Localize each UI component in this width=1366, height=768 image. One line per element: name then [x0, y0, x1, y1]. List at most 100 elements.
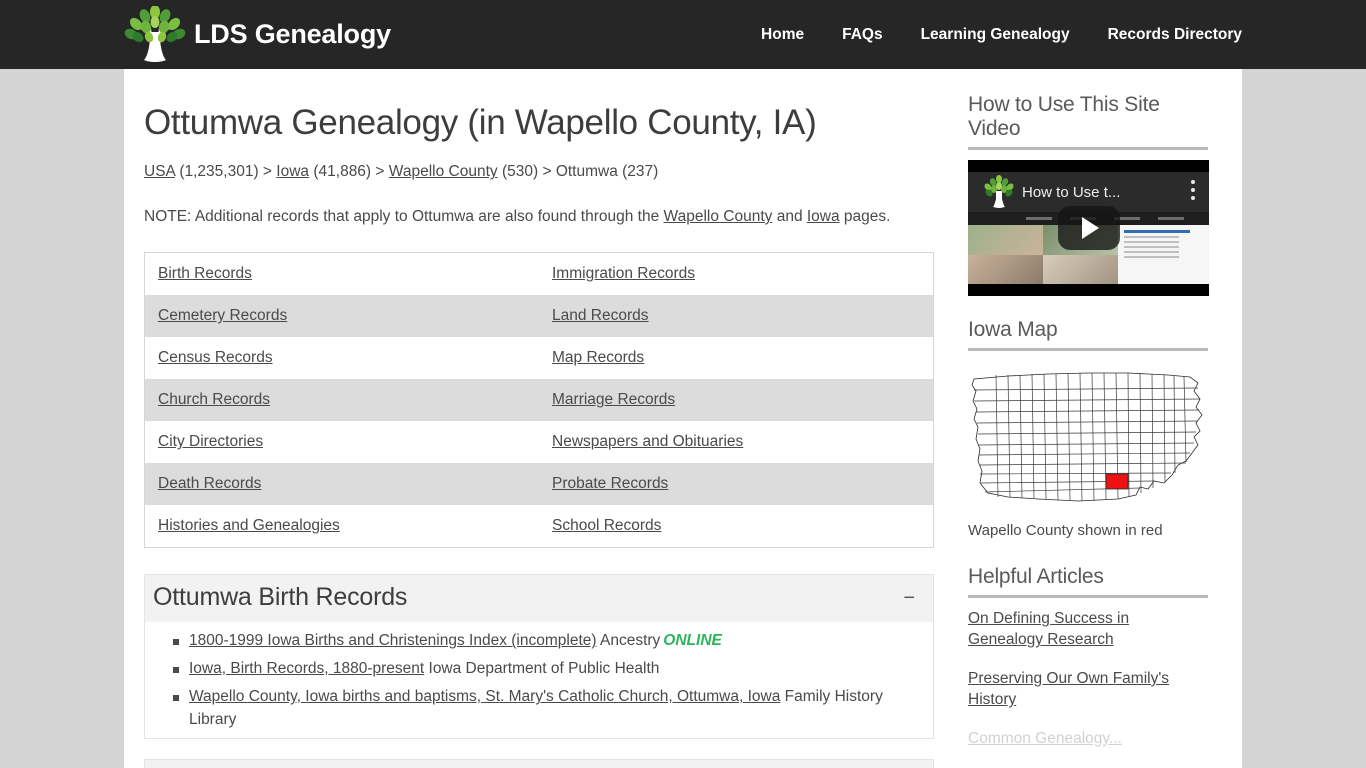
- table-cell: Church Records: [145, 379, 540, 421]
- video-thumb-text: [1118, 225, 1209, 284]
- record-type-link-map-records[interactable]: Map Records: [552, 349, 644, 366]
- table-cell: Probate Records: [539, 463, 934, 505]
- record-type-link-marriage-records[interactable]: Marriage Records: [552, 391, 675, 408]
- breadcrumb-count-wapello-county: (530): [501, 163, 539, 181]
- map-caption: Wapello County shown in red: [968, 522, 1163, 539]
- table-cell: Histories and Genealogies: [145, 505, 540, 548]
- birth-records-section-header[interactable]: Ottumwa Birth Records −: [145, 575, 933, 623]
- record-type-link-histories-and-genealogies[interactable]: Histories and Genealogies: [158, 517, 340, 534]
- breadcrumb-current-ottumwa: Ottumwa: [555, 163, 618, 181]
- breadcrumb-separator-3: >: [542, 163, 552, 181]
- record-source-ancestry: Ancestry: [596, 632, 661, 650]
- table-cell: Immigration Records: [539, 253, 934, 296]
- content-container: Ottumwa Genealogy (in Wapello County, IA…: [124, 69, 1242, 768]
- nav-item-records-directory[interactable]: Records Directory: [1108, 26, 1242, 44]
- table-row: Cemetery Records Land Records: [144, 295, 934, 338]
- article-link-defining-success[interactable]: On Defining Success in Genealogy Researc…: [968, 608, 1208, 651]
- table-cell: School Records: [539, 505, 934, 548]
- how-to-use-video-thumbnail[interactable]: How to Use t...: [968, 160, 1209, 296]
- table-cell: Marriage Records: [539, 379, 934, 421]
- table-cell: Land Records: [539, 295, 934, 337]
- page-body: Ottumwa Genealogy (in Wapello County, IA…: [0, 69, 1366, 768]
- cemetery-records-section-header[interactable]: Ottumwa Cemetery Records: [144, 758, 934, 768]
- table-cell: Newspapers and Obituaries: [539, 421, 934, 463]
- sidebar-heading-map: Iowa Map: [968, 318, 1058, 341]
- divider: [968, 595, 1208, 598]
- record-type-link-death-records[interactable]: Death Records: [158, 475, 261, 492]
- record-type-link-city-directories[interactable]: City Directories: [158, 433, 263, 450]
- record-link-iowa-birth-records-1880-present[interactable]: Iowa, Birth Records, 1880-present: [189, 660, 424, 677]
- sidebar: How to Use This Site Video How to Use t.…: [942, 69, 1242, 768]
- birth-records-section: Ottumwa Birth Records − 1800-1999 Iowa B…: [144, 574, 934, 739]
- brand-name: LDS Genealogy: [194, 19, 391, 49]
- table-cell: Death Records: [145, 463, 540, 505]
- note-text: NOTE: Additional records that apply to O…: [144, 205, 922, 228]
- brand-home-link[interactable]: LDS Genealogy: [124, 4, 391, 64]
- breadcrumb-count-usa: (1,235,301): [179, 163, 259, 181]
- divider: [968, 348, 1208, 351]
- record-link-wapello-st-marys-baptisms[interactable]: Wapello County, Iowa births and baptisms…: [189, 688, 780, 705]
- tree-logo-icon: [982, 175, 1016, 209]
- breadcrumb-separator-1: >: [262, 163, 272, 181]
- table-cell: Cemetery Records: [145, 295, 540, 337]
- breadcrumb: USA (1,235,301) > Iowa (41,886) > Wapell…: [144, 161, 922, 183]
- table-cell: Map Records: [539, 337, 934, 379]
- birth-records-section-title: Ottumwa Birth Records: [153, 583, 408, 612]
- record-type-link-census-records[interactable]: Census Records: [158, 349, 273, 366]
- breadcrumb-separator-2: >: [375, 163, 385, 181]
- table-cell: City Directories: [145, 421, 540, 463]
- minus-icon[interactable]: −: [903, 588, 917, 608]
- table-row: Church Records Marriage Records: [144, 379, 934, 422]
- table-row: Census Records Map Records: [144, 337, 934, 380]
- table-cell: Census Records: [145, 337, 540, 379]
- main-navigation: Home FAQs Learning Genealogy Records Dir…: [761, 26, 1242, 44]
- breadcrumb-count-iowa: (41,886): [313, 163, 372, 181]
- record-type-link-probate-records[interactable]: Probate Records: [552, 475, 668, 492]
- video-thumb-title: How to Use t...: [1022, 183, 1121, 201]
- tree-logo-icon: [124, 4, 186, 64]
- table-cell: Birth Records: [145, 253, 540, 296]
- birth-records-list: 1800-1999 Iowa Births and Christenings I…: [145, 630, 933, 732]
- record-type-link-immigration-records[interactable]: Immigration Records: [552, 265, 695, 282]
- sidebar-heading-articles: Helpful Articles: [968, 565, 1104, 588]
- table-row: Histories and Genealogies School Records: [144, 505, 934, 548]
- breadcrumb-count-ottumwa: (237): [622, 163, 659, 181]
- iowa-counties-map-icon: [968, 361, 1209, 518]
- record-type-link-newspapers-and-obituaries[interactable]: Newspapers and Obituaries: [552, 433, 743, 450]
- play-icon[interactable]: [1057, 206, 1120, 250]
- list-item: Iowa, Birth Records, 1880-present Iowa D…: [173, 658, 927, 681]
- note-text-before: NOTE: Additional records that apply to O…: [144, 207, 664, 225]
- table-row: Birth Records Immigration Records: [144, 252, 934, 296]
- breadcrumb-link-usa[interactable]: USA: [144, 163, 175, 180]
- list-item: Wapello County, Iowa births and baptisms…: [173, 686, 927, 732]
- status-badge-online: ONLINE: [663, 632, 722, 650]
- table-row: City Directories Newspapers and Obituari…: [144, 421, 934, 464]
- list-item: 1800-1999 Iowa Births and Christenings I…: [173, 630, 927, 653]
- record-link-iowa-births-christenings-index[interactable]: 1800-1999 Iowa Births and Christenings I…: [189, 632, 597, 649]
- record-type-link-school-records[interactable]: School Records: [552, 517, 661, 534]
- breadcrumb-link-wapello-county[interactable]: Wapello County: [389, 163, 498, 180]
- record-types-table: Birth Records Immigration Records Cemete…: [144, 252, 934, 549]
- sidebar-heading-video: How to Use This Site Video: [968, 93, 1160, 140]
- record-type-link-church-records[interactable]: Church Records: [158, 391, 270, 408]
- article-link-common-genealogy[interactable]: Common Genealogy...: [968, 728, 1208, 749]
- note-link-iowa[interactable]: Iowa: [807, 208, 840, 225]
- note-link-wapello-county[interactable]: Wapello County: [664, 208, 773, 225]
- table-row: Death Records Probate Records: [144, 463, 934, 506]
- record-type-link-cemetery-records[interactable]: Cemetery Records: [158, 307, 287, 324]
- site-header: LDS Genealogy Home FAQs Learning Genealo…: [0, 0, 1366, 69]
- page-title: Ottumwa Genealogy (in Wapello County, IA…: [144, 103, 817, 142]
- nav-item-home[interactable]: Home: [761, 26, 804, 44]
- record-source-iowa-dph: Iowa Department of Public Health: [424, 660, 660, 678]
- article-link-preserving-family-history[interactable]: Preserving Our Own Family's History: [968, 668, 1208, 711]
- main-column: Ottumwa Genealogy (in Wapello County, IA…: [124, 69, 942, 768]
- breadcrumb-link-iowa[interactable]: Iowa: [276, 163, 309, 180]
- nav-item-faqs[interactable]: FAQs: [842, 26, 882, 44]
- divider: [968, 147, 1208, 150]
- note-text-middle: and: [772, 207, 807, 225]
- record-type-link-land-records[interactable]: Land Records: [552, 307, 649, 324]
- note-text-after: pages.: [839, 207, 891, 225]
- record-type-link-birth-records[interactable]: Birth Records: [158, 265, 252, 282]
- nav-item-learning-genealogy[interactable]: Learning Genealogy: [921, 26, 1070, 44]
- kebab-menu-icon[interactable]: [1191, 180, 1195, 204]
